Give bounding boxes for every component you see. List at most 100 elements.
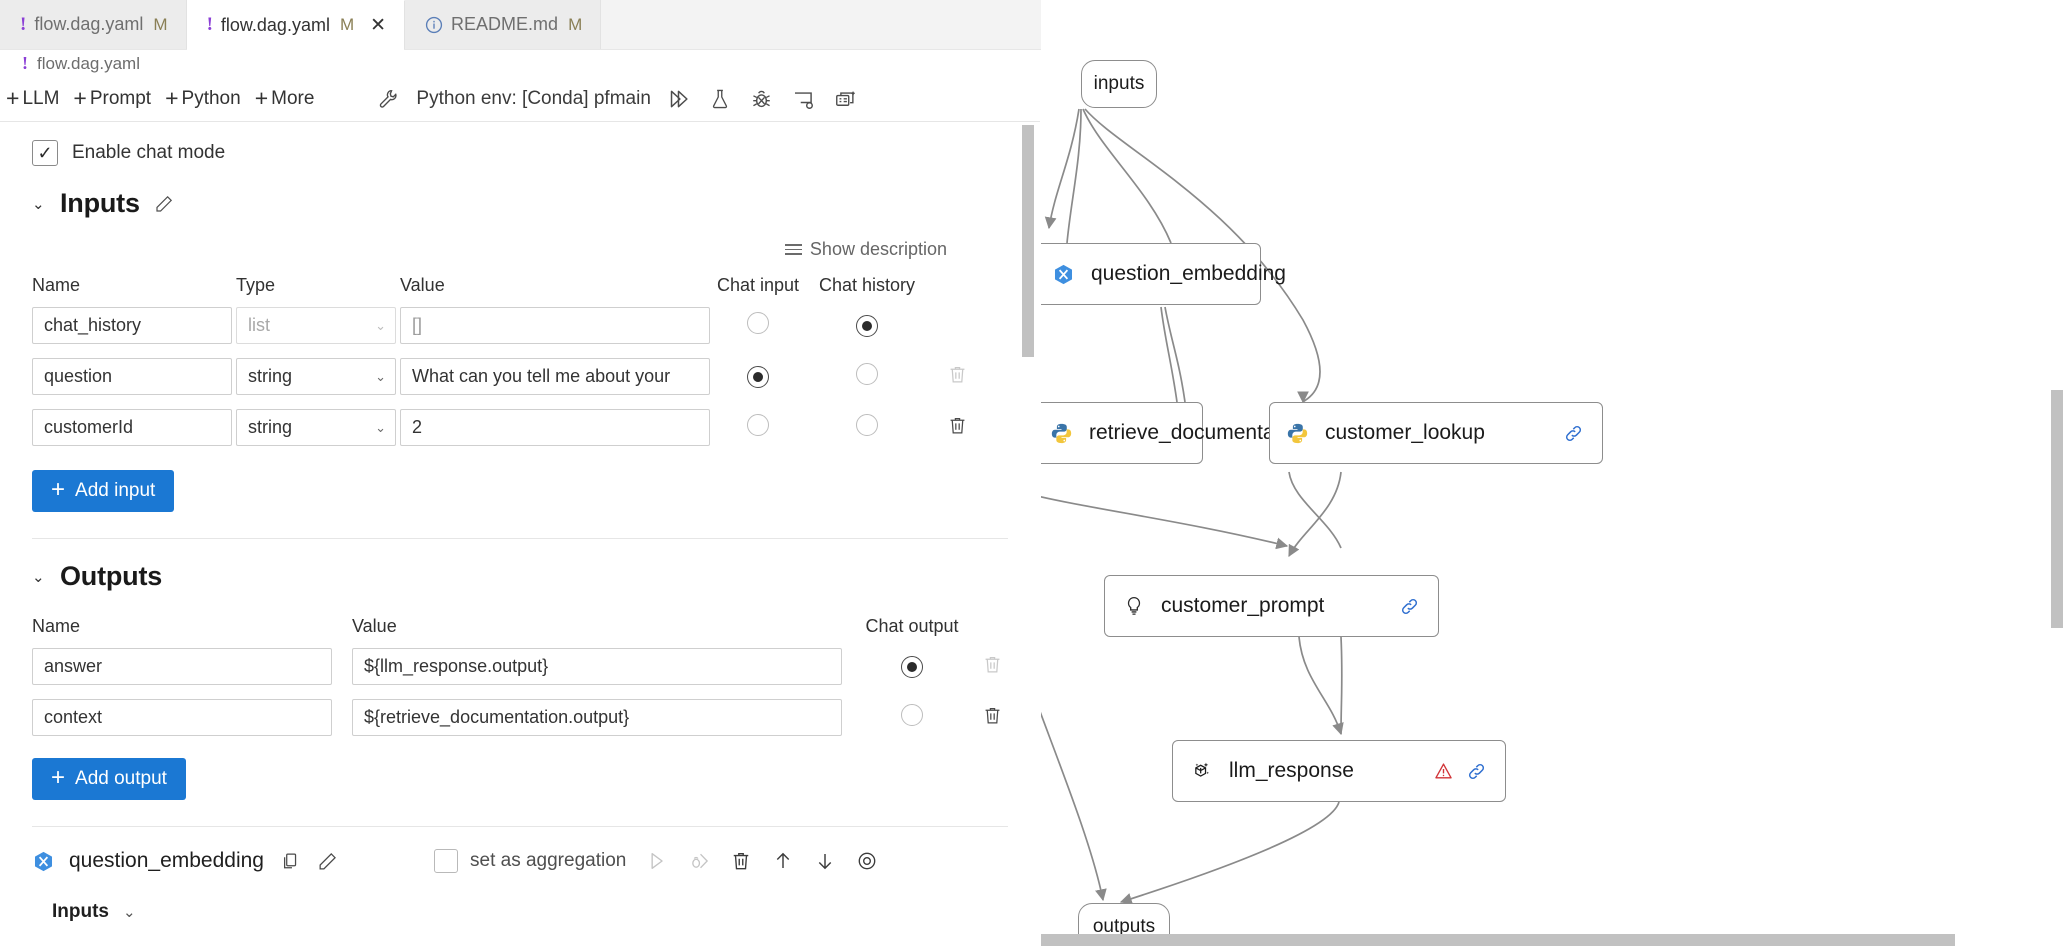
add-llm-button[interactable]: + LLM <box>0 86 67 113</box>
tab-modified-badge: M <box>568 14 583 34</box>
wrench-icon[interactable] <box>374 84 404 114</box>
delete-input-icon[interactable] <box>947 415 968 436</box>
input-name-field[interactable]: question <box>32 358 232 395</box>
section-divider <box>32 538 1008 539</box>
plus-icon: + <box>51 476 66 503</box>
add-output-label: Add output <box>75 768 167 789</box>
chevron-down-icon[interactable]: ⌄ <box>32 195 46 213</box>
python-env-label[interactable]: Python env: [Conda] pfmain <box>416 88 650 110</box>
chat-output-radio[interactable] <box>901 655 923 678</box>
graph-horizontal-scrollbar[interactable] <box>1041 934 1955 946</box>
embedding-hex-icon <box>1052 263 1075 286</box>
input-value-field[interactable]: [] <box>400 307 710 344</box>
graph-node-label: customer_lookup <box>1325 421 1485 444</box>
left-panel-scrollbar[interactable] <box>1022 125 1034 357</box>
graph-node-inputs[interactable]: inputs <box>1081 60 1157 108</box>
graph-node-customer-prompt[interactable]: customer_prompt <box>1104 575 1439 637</box>
input-type-value: string <box>248 417 293 437</box>
graph-node-label: llm_response <box>1229 759 1354 782</box>
inputs-section-header[interactable]: ⌄ Inputs <box>0 188 1040 219</box>
delete-output-icon[interactable] <box>982 705 1003 726</box>
input-type-select[interactable]: list ⌄ <box>236 307 396 344</box>
chevron-down-icon[interactable]: ⌄ <box>123 903 137 921</box>
chat-output-radio[interactable] <box>901 704 923 726</box>
breadcrumb-label: flow.dag.yaml <box>37 53 140 73</box>
chat-history-radio[interactable] <box>856 363 878 385</box>
tab-label: flow.dag.yaml <box>34 14 144 34</box>
add-more-button[interactable]: + More <box>249 86 323 113</box>
input-value-field[interactable]: What can you tell me about your <box>400 358 710 395</box>
enable-chat-mode-checkbox[interactable]: ✓ <box>32 140 58 166</box>
graph-node-question-embedding[interactable]: question_embedding <box>1041 243 1286 305</box>
run-node-icon[interactable] <box>646 850 668 872</box>
run-flow-icon[interactable] <box>663 84 693 114</box>
breadcrumb[interactable]: ! flow.dag.yaml <box>0 50 1040 77</box>
enable-chat-mode-row[interactable]: ✓ Enable chat mode <box>0 122 1040 166</box>
warning-triangle-icon[interactable] <box>1433 761 1454 782</box>
node-inputs-label: Inputs <box>52 901 109 922</box>
delete-node-icon[interactable] <box>730 850 752 872</box>
input-type-select[interactable]: string ⌄ <box>236 409 396 446</box>
flow-form-panel: ✓ Enable chat mode ⌄ Inputs Show descrip… <box>0 122 1040 946</box>
input-type-select[interactable]: string ⌄ <box>236 358 396 395</box>
chat-history-radio[interactable] <box>856 314 878 337</box>
col-name: Name <box>32 275 81 295</box>
input-name-field[interactable]: customerId <box>32 409 232 446</box>
outputs-table-header: Name Value Chat output <box>0 616 1040 637</box>
link-icon[interactable] <box>1563 423 1584 444</box>
set-as-aggregation-checkbox[interactable] <box>434 849 458 873</box>
move-down-icon[interactable] <box>814 850 836 872</box>
batch-run-flask-icon[interactable] <box>705 84 735 114</box>
add-input-button[interactable]: + Add input <box>32 470 175 512</box>
pencil-edit-icon[interactable] <box>317 851 338 872</box>
table-row: chat_history list ⌄ [] <box>0 307 1040 344</box>
graph-node-customer-lookup[interactable]: customer_lookup <box>1269 402 1603 464</box>
debug-icon[interactable] <box>747 84 777 114</box>
link-icon[interactable] <box>1399 596 1420 617</box>
input-name-field[interactable]: chat_history <box>32 307 232 344</box>
output-value-field[interactable]: ${retrieve_documentation.output} <box>352 699 842 736</box>
graph-node-llm-response[interactable]: llm_response <box>1172 740 1506 802</box>
outputs-section-header[interactable]: ⌄ Outputs <box>0 561 1040 592</box>
chevron-down-icon[interactable]: ⌄ <box>32 568 46 586</box>
add-llm-label: LLM <box>22 88 60 109</box>
move-up-icon[interactable] <box>772 850 794 872</box>
open-raw-yaml-icon[interactable] <box>831 84 861 114</box>
tab-flow-dag-yaml-2[interactable]: ! flow.dag.yaml M ✕ <box>186 0 406 50</box>
output-value-field[interactable]: ${llm_response.output} <box>352 648 842 685</box>
warning-exclamation-icon: ! <box>20 13 27 35</box>
link-icon[interactable] <box>1466 761 1487 782</box>
debug-node-icon[interactable] <box>688 850 710 872</box>
python-icon <box>1286 422 1309 445</box>
close-icon[interactable]: ✕ <box>370 16 386 35</box>
table-row: question string ⌄ What can you tell me ab… <box>0 358 1040 395</box>
output-name-field[interactable]: context <box>32 699 332 736</box>
output-name-field[interactable]: answer <box>32 648 332 685</box>
locate-node-icon[interactable] <box>856 850 878 872</box>
node-inputs-subheader[interactable]: Inputs ⌄ <box>0 901 1040 923</box>
show-description-toggle[interactable]: Show description <box>784 239 947 260</box>
chat-input-radio[interactable] <box>747 365 769 388</box>
table-row: context ${retrieve_documentation.output} <box>0 699 1040 736</box>
graph-vertical-scrollbar[interactable] <box>2051 390 2063 628</box>
delete-output-icon[interactable] <box>982 654 1003 675</box>
tab-flow-dag-yaml-1[interactable]: ! flow.dag.yaml M <box>0 0 187 49</box>
chat-history-radio[interactable] <box>856 414 878 436</box>
graph-edges <box>1041 108 1344 905</box>
plus-icon: + <box>51 764 66 791</box>
visual-editor-icon[interactable] <box>789 84 819 114</box>
tab-readme-md[interactable]: README.md M <box>405 0 602 49</box>
pencil-edit-icon[interactable] <box>154 194 174 214</box>
delete-input-icon[interactable] <box>947 364 968 385</box>
chat-input-radio[interactable] <box>747 414 769 436</box>
col-type: Type <box>236 275 276 295</box>
add-python-button[interactable]: + Python <box>159 86 249 113</box>
graph-node-retrieve-documentation[interactable]: retrieve_documentation <box>1041 402 1327 464</box>
copy-icon[interactable] <box>280 851 301 872</box>
add-output-button[interactable]: + Add output <box>32 758 186 800</box>
flow-graph-canvas[interactable]: inputs question_embedding retrieve_docum… <box>1041 0 2065 946</box>
outputs-section-title: Outputs <box>60 561 163 591</box>
add-prompt-button[interactable]: + Prompt <box>67 86 159 113</box>
input-value-field[interactable]: 2 <box>400 409 710 446</box>
chat-input-radio[interactable] <box>747 312 769 334</box>
